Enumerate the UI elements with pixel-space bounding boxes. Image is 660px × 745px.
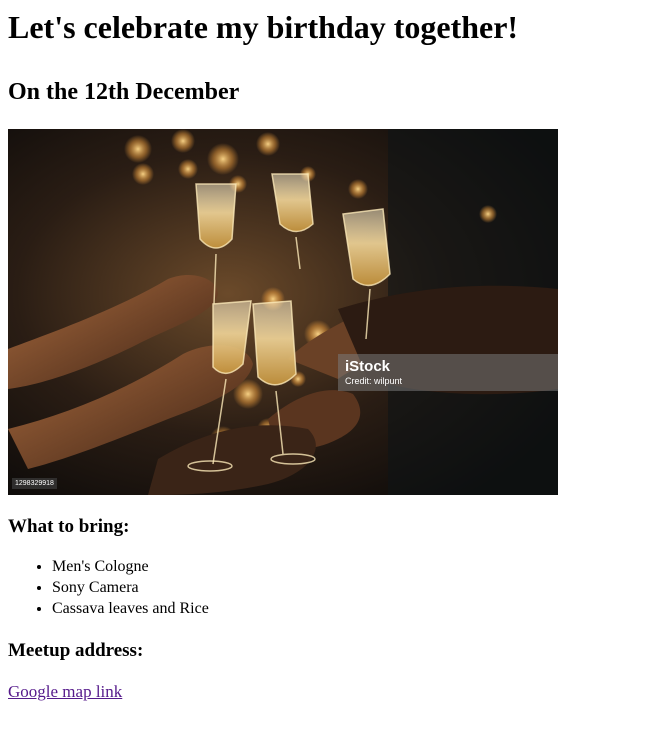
bring-list: Men's Cologne Sony Camera Cassava leaves… <box>8 556 652 619</box>
list-item: Cassava leaves and Rice <box>52 598 652 619</box>
list-item: Men's Cologne <box>52 556 652 577</box>
meetup-heading: Meetup address: <box>8 640 144 661</box>
google-map-link[interactable]: Google map link <box>8 682 122 701</box>
image-id-label: 1298329918 <box>12 478 57 489</box>
party-photo: iStock Credit: wilpunt 1298329918 <box>8 129 558 495</box>
meetup-link-paragraph: Google map link <box>8 682 652 702</box>
page-content: Let's celebrate my birthday together! On… <box>0 9 660 702</box>
photo-credit: Credit: wilpunt <box>345 376 403 386</box>
date-heading: On the 12th December <box>8 79 240 105</box>
page-title: Let's celebrate my birthday together! <box>8 9 519 45</box>
bring-heading: What to bring: <box>8 516 130 537</box>
list-item: Sony Camera <box>52 577 652 598</box>
istock-logo: iStock <box>345 358 391 375</box>
champagne-toast-image <box>8 129 558 495</box>
